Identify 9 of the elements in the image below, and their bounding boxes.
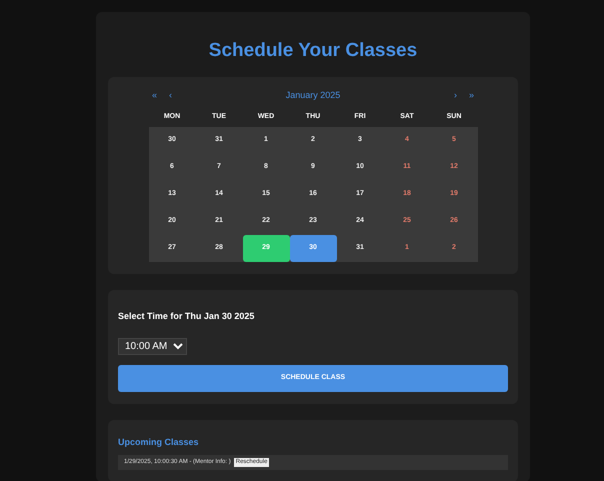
next-button[interactable]: › (448, 88, 463, 102)
time-heading: Select Time for Thu Jan 30 2025 (118, 310, 256, 323)
time-select[interactable]: 10:00 AM (118, 338, 187, 356)
month-label: January 2025 (286, 88, 340, 102)
upcoming-heading: Upcoming Classes (118, 436, 200, 449)
next-button[interactable]: » (462, 88, 480, 102)
previous-button[interactable]: ‹ (163, 88, 178, 102)
previous-button[interactable]: « (146, 88, 164, 102)
page-title: Schedule Your Classes (208, 40, 418, 63)
